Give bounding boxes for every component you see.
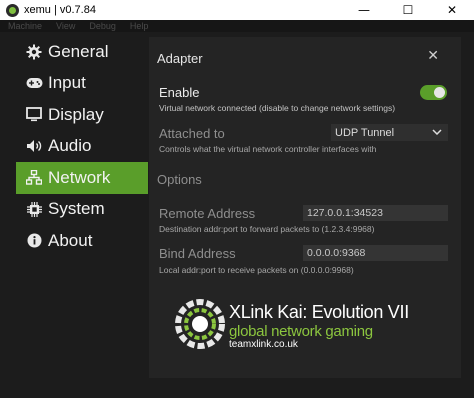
bind-address-input[interactable]: 0.0.0.0:9368 (303, 245, 448, 261)
sidebar-item-about[interactable]: About (16, 225, 148, 257)
menu-view[interactable]: View (56, 21, 75, 31)
maximize-button[interactable]: ☐ (386, 0, 430, 20)
info-icon (24, 233, 44, 248)
menu-help[interactable]: Help (130, 21, 149, 31)
sidebar-item-label: Network (48, 167, 111, 187)
attached-to-select[interactable]: UDP Tunnel (331, 124, 448, 141)
remote-address-help-text: Destination addr:port to forward packets… (159, 224, 375, 234)
attached-to-help-text: Controls what the virtual network contro… (159, 144, 377, 154)
sidebar-item-system[interactable]: System (16, 194, 148, 226)
xemu-app-icon (6, 3, 19, 17)
sidebar-item-label: Audio (48, 136, 92, 156)
monitor-icon (24, 107, 44, 122)
sidebar-item-label: Display (48, 104, 104, 124)
options-heading: Options (157, 172, 202, 187)
toggle-knob (434, 87, 445, 98)
sidebar-item-input[interactable]: Input (16, 68, 148, 100)
xlink-kai-logo (175, 299, 225, 349)
menu-machine[interactable]: Machine (8, 21, 42, 31)
close-window-button[interactable]: ✕ (430, 0, 474, 20)
sidebar-item-label: General (48, 41, 109, 61)
gear-icon (24, 44, 44, 60)
speaker-icon (24, 139, 44, 153)
xlink-logo-url: teamxlink.co.uk (229, 339, 298, 350)
sidebar-item-label: Input (48, 73, 86, 93)
enable-label: Enable (159, 85, 200, 100)
sidebar-item-label: System (48, 199, 105, 219)
bind-address-label: Bind Address (159, 246, 236, 261)
enable-help-text: Virtual network connected (disable to ch… (159, 103, 396, 113)
attached-to-label: Attached to (159, 126, 225, 141)
remote-address-label: Remote Address (159, 206, 256, 221)
enable-toggle[interactable] (420, 85, 447, 100)
window-title: xemu | v0.7.84 (24, 4, 96, 16)
remote-address-input[interactable]: 127.0.0.1:34523 (303, 205, 448, 221)
bind-address-help-text: Local addr:port to receive packets on (0… (159, 265, 354, 275)
panel-title: Adapter (157, 51, 203, 66)
network-settings-panel: Adapter ✕ Enable Virtual network connect… (149, 37, 461, 378)
minimize-button[interactable]: — (342, 0, 386, 20)
sidebar-item-label: About (48, 230, 93, 250)
sidebar-item-display[interactable]: Display (16, 99, 148, 131)
chevron-down-icon (432, 127, 442, 138)
chip-icon (24, 201, 44, 217)
title-bar: xemu | v0.7.84 — ☐ ✕ (0, 0, 474, 20)
gamepad-icon (24, 77, 44, 89)
sidebar-item-general[interactable]: General (16, 36, 148, 68)
remote-address-value: 127.0.0.1:34523 (307, 207, 383, 219)
bind-address-value: 0.0.0.0:9368 (307, 247, 366, 259)
settings-sidebar: General Input Display Audio Network Syst… (16, 36, 148, 257)
menu-bar: Machine View Debug Help (0, 20, 474, 32)
network-icon (24, 170, 44, 185)
close-icon[interactable]: ✕ (427, 48, 439, 64)
xlink-logo-tagline: global network gaming (229, 323, 373, 340)
sidebar-item-audio[interactable]: Audio (16, 131, 148, 163)
menu-debug[interactable]: Debug (89, 21, 116, 31)
xlink-logo-title: XLink Kai: Evolution VII (229, 302, 409, 322)
attached-to-value: UDP Tunnel (335, 126, 395, 139)
sidebar-item-network[interactable]: Network (16, 162, 148, 194)
